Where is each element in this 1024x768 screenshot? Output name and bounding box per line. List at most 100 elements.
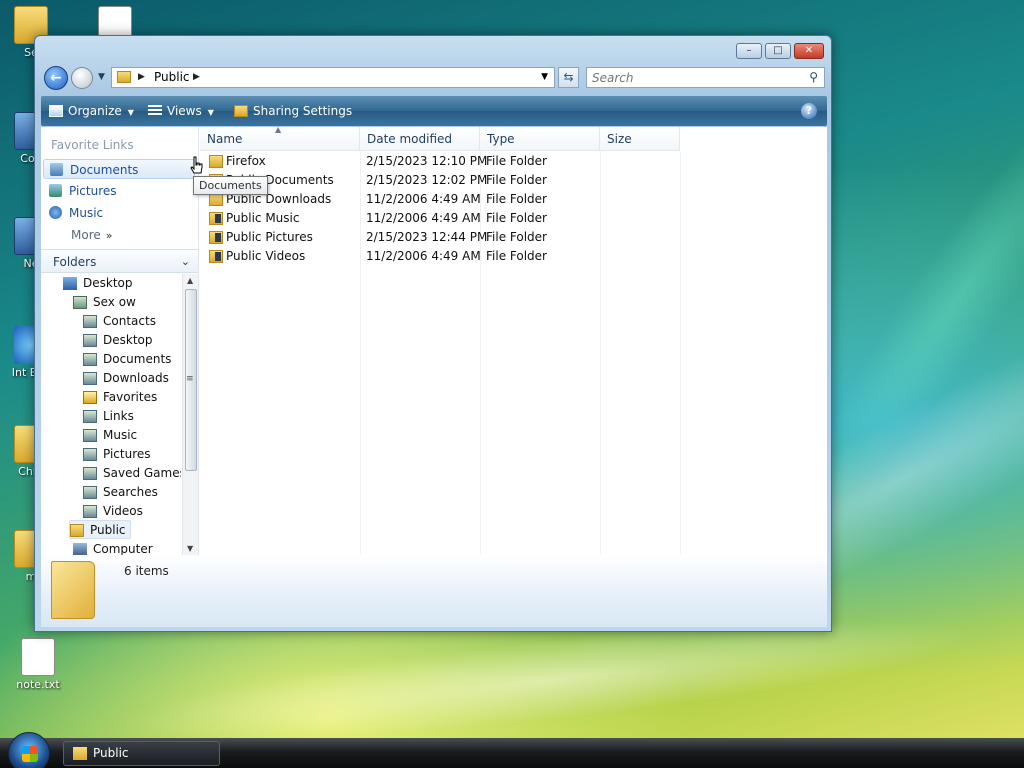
tree-item-videos[interactable]: Videos <box>83 502 143 521</box>
file-type: File Folder <box>486 249 547 263</box>
forward-button[interactable] <box>71 67 93 89</box>
search-input[interactable] <box>587 68 792 87</box>
column-header-date-modified[interactable]: Date modified <box>360 127 480 151</box>
file-row[interactable]: Public Music 11/2/2006 4:49 AM File Fold… <box>200 209 680 228</box>
tree-item-label: Desktop <box>83 276 133 290</box>
search-box[interactable]: ⚲ <box>586 67 825 88</box>
tree-item-favorites[interactable]: Favorites <box>83 388 157 407</box>
tree-item-label: Computer <box>93 542 153 555</box>
tree-item-desktop-folder[interactable]: Desktop <box>83 331 153 350</box>
file-row[interactable]: Public Documents 2/15/2023 12:02 PM File… <box>200 171 680 190</box>
file-row[interactable]: Public Downloads 11/2/2006 4:49 AM File … <box>200 190 680 209</box>
favorite-link-music[interactable]: Music <box>43 203 195 223</box>
file-date: 2/15/2023 12:44 PM <box>366 230 488 244</box>
favorite-link-documents[interactable]: Documents <box>43 159 195 179</box>
views-icon <box>148 105 162 117</box>
favorite-link-label: Pictures <box>69 184 117 198</box>
navigation-bar: ← ▼ ▶ Public ▶ ▼ ⇆ ⚲ <box>41 64 827 92</box>
tree-item-contacts[interactable]: Contacts <box>83 312 156 331</box>
recent-pages-dropdown[interactable]: ▼ <box>98 72 105 82</box>
start-button[interactable] <box>8 732 50 768</box>
back-button[interactable]: ← <box>44 66 68 90</box>
links-icon <box>83 410 97 423</box>
address-dropdown-icon[interactable]: ▼ <box>541 68 548 87</box>
favorite-link-pictures[interactable]: Pictures <box>43 181 195 201</box>
file-date: 2/15/2023 12:10 PM <box>366 154 488 168</box>
desktop-icon-note[interactable]: note.txt <box>8 638 68 691</box>
column-header-name[interactable]: ▲ Name <box>200 125 360 151</box>
file-date: 11/2/2006 4:49 AM <box>366 211 481 225</box>
scroll-down-icon[interactable]: ▼ <box>187 544 193 553</box>
file-row[interactable]: Public Videos 11/2/2006 4:49 AM File Fol… <box>200 247 680 266</box>
taskbar-button-public[interactable]: Public <box>63 741 220 766</box>
scroll-up-icon[interactable]: ▲ <box>187 276 193 285</box>
column-divider <box>680 151 681 555</box>
file-row[interactable]: Public Pictures 2/15/2023 12:44 PM File … <box>200 228 680 247</box>
documents-icon <box>50 163 63 176</box>
address-bar[interactable]: ▶ Public ▶ ▼ <box>111 67 555 88</box>
views-label: Views <box>167 104 202 118</box>
tree-item-links[interactable]: Links <box>83 407 134 426</box>
hand-cursor-icon <box>190 156 203 174</box>
tree-item-searches[interactable]: Searches <box>83 483 158 502</box>
file-name: Public Videos <box>226 249 306 263</box>
title-bar[interactable]: – □ ✕ <box>35 36 831 64</box>
chevron-down-icon[interactable]: ⌄ <box>181 250 190 274</box>
tree-item-label: Downloads <box>103 371 169 385</box>
views-button[interactable]: Views ▼ <box>148 96 214 126</box>
help-button[interactable]: ? <box>801 103 817 119</box>
sharing-settings-button[interactable]: Sharing Settings <box>234 96 352 126</box>
music-icon <box>49 206 62 219</box>
close-button[interactable]: ✕ <box>794 43 824 59</box>
explorer-body: Favorite Links Documents Pictures Music … <box>41 125 827 555</box>
tree-item-pictures[interactable]: Pictures <box>83 445 151 464</box>
tree-item-public[interactable]: Public <box>69 520 131 539</box>
minimize-button[interactable]: – <box>736 43 762 59</box>
videos-folder-icon <box>209 250 223 263</box>
tree-item-computer[interactable]: Computer <box>73 540 153 555</box>
tree-item-downloads[interactable]: Downloads <box>83 369 169 388</box>
favorite-links-heading: Favorite Links <box>51 138 134 152</box>
tree-item-saved-games[interactable]: Saved Games <box>83 464 181 483</box>
organize-button[interactable]: Organize ▼ <box>49 96 134 126</box>
sort-ascending-icon: ▲ <box>275 125 282 134</box>
tree-item-documents[interactable]: Documents <box>83 350 171 369</box>
file-row[interactable]: Firefox 2/15/2023 12:10 PM File Folder <box>200 152 680 171</box>
tree-item-label: Saved Games <box>103 466 181 480</box>
pictures-folder-icon <box>209 231 223 244</box>
file-date: 2/15/2023 12:02 PM <box>366 173 488 187</box>
column-header-type[interactable]: Type <box>480 127 600 151</box>
music-folder-icon <box>209 212 223 225</box>
chevron-down-icon: ▼ <box>127 108 134 117</box>
organize-icon <box>49 105 63 117</box>
computer-icon <box>73 543 87 555</box>
more-links-button[interactable]: More » <box>71 228 112 242</box>
tree-item-music[interactable]: Music <box>83 426 137 445</box>
chevron-right-icon[interactable]: ▶ <box>138 68 145 87</box>
folders-header[interactable]: Folders ⌄ <box>41 249 198 273</box>
folder-tree-scrollbar[interactable]: ▲ ≡ ▼ <box>182 274 198 555</box>
sharing-label: Sharing Settings <box>253 104 353 118</box>
folder-icon <box>70 524 84 537</box>
double-chevron-right-icon: » <box>105 229 113 242</box>
desktop-icon-label: note.txt <box>16 678 60 691</box>
address-current[interactable]: Public <box>154 68 190 87</box>
folder-tree: Desktop Sex ow Contacts Desktop Document… <box>41 274 181 555</box>
maximize-button[interactable]: □ <box>765 43 791 59</box>
search-icon[interactable]: ⚲ <box>809 70 818 84</box>
navigation-pane: Favorite Links Documents Pictures Music … <box>41 127 199 555</box>
file-type: File Folder <box>486 192 547 206</box>
folder-icon <box>117 71 131 83</box>
chevron-right-icon[interactable]: ▶ <box>193 68 200 87</box>
user-folder-icon <box>73 296 87 309</box>
tree-item-desktop[interactable]: Desktop <box>63 274 133 293</box>
tree-item-label: Links <box>103 409 134 423</box>
column-header-label: Size <box>607 132 632 146</box>
tree-item-label: Public <box>90 523 126 537</box>
column-header-label: Type <box>487 132 515 146</box>
documents-icon <box>83 353 97 366</box>
tree-item-user[interactable]: Sex ow <box>73 293 136 312</box>
column-header-size[interactable]: Size <box>600 127 680 151</box>
refresh-button[interactable]: ⇆ <box>558 67 579 88</box>
sharing-icon <box>234 105 248 117</box>
